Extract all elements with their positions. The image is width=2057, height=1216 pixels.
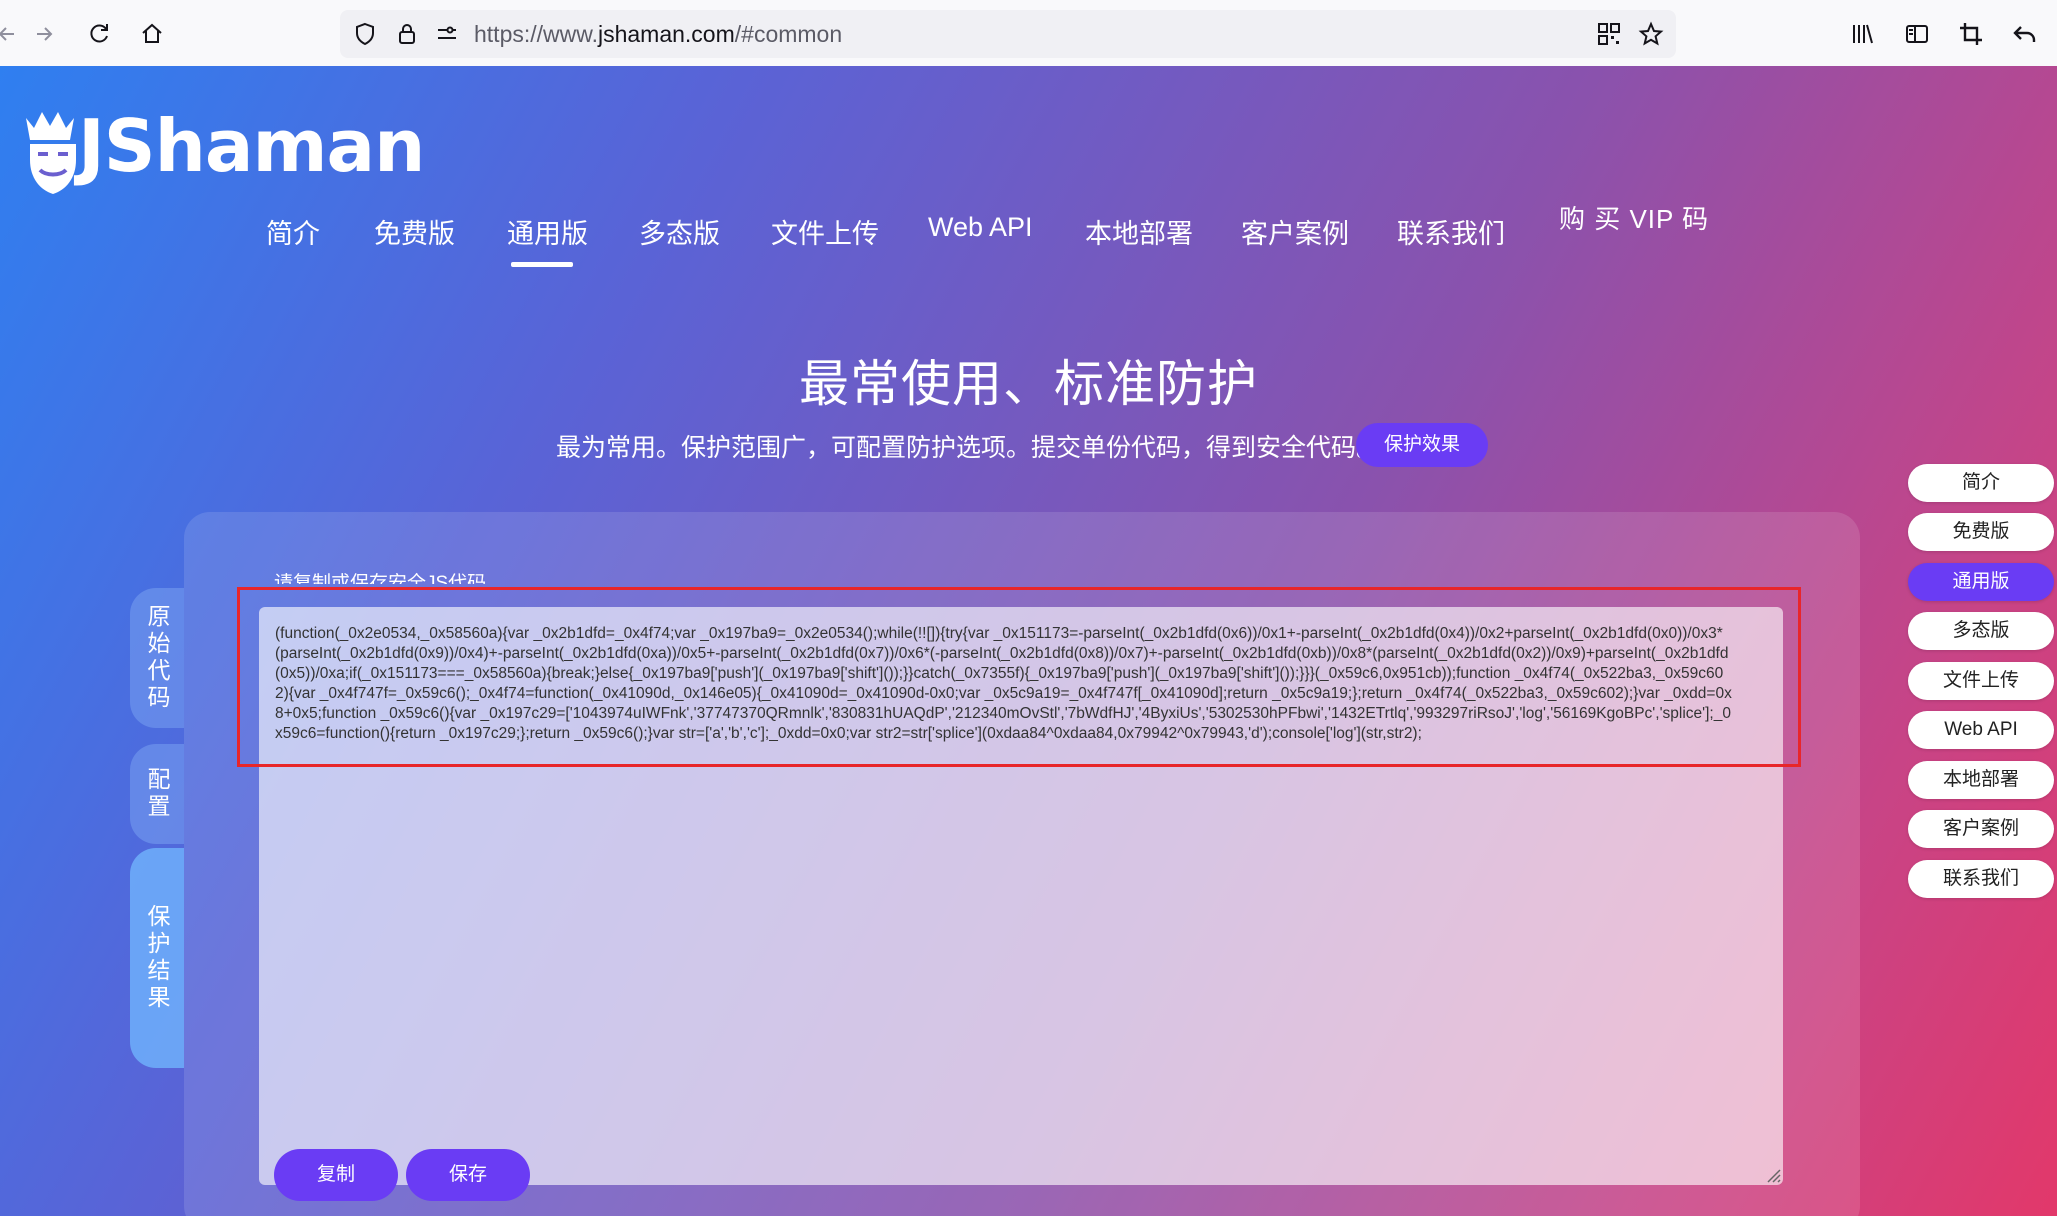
nav-local-deploy[interactable]: 本地部署	[1085, 212, 1193, 251]
bookmark-star-icon[interactable]	[1638, 21, 1664, 47]
nav-contact[interactable]: 联系我们	[1397, 212, 1505, 251]
browser-toolbar: https://www.jshaman.com/#common	[0, 0, 2057, 67]
protection-effect-button[interactable]: 保护效果	[1356, 423, 1488, 467]
side-nav-contact[interactable]: 联系我们	[1908, 860, 2054, 898]
hero-subtitle: 最为常用。保护范围广，可配置防护选项。提交单份代码，得到安全代码。	[556, 434, 1382, 462]
side-nav-intro[interactable]: 简介	[1908, 464, 2054, 502]
nav-free[interactable]: 免费版	[374, 212, 455, 251]
back-icon[interactable]	[0, 21, 20, 47]
copy-button[interactable]: 复制	[274, 1149, 398, 1201]
hero-title: 最常使用、标准防护	[799, 356, 1258, 412]
home-icon[interactable]	[139, 21, 165, 47]
side-nav-web-api[interactable]: Web API	[1908, 711, 2054, 749]
library-icon[interactable]	[1850, 21, 1876, 47]
lock-icon[interactable]	[394, 21, 420, 47]
side-nav-free[interactable]: 免费版	[1908, 513, 2054, 551]
site-permissions-icon[interactable]	[434, 21, 460, 47]
undo-icon[interactable]	[2012, 21, 2038, 47]
tab-protect-result[interactable]: 保护结果	[130, 848, 184, 1068]
nav-cases[interactable]: 客户案例	[1241, 212, 1349, 251]
screenshot-crop-icon[interactable]	[1958, 21, 1984, 47]
shield-icon[interactable]	[352, 21, 378, 47]
side-nav-local-deploy[interactable]: 本地部署	[1908, 761, 2054, 799]
side-nav-cases[interactable]: 客户案例	[1908, 810, 2054, 848]
side-nav-common[interactable]: 通用版	[1908, 563, 2054, 601]
side-nav-polymorphic[interactable]: 多态版	[1908, 612, 2054, 650]
jshaman-page: JShaman 简介 免费版 通用版 多态版 文件上传 Web API 本地部署…	[0, 66, 2057, 1216]
save-button[interactable]: 保存	[406, 1149, 530, 1201]
tab-config[interactable]: 配置	[130, 744, 184, 844]
url-bar[interactable]: https://www.jshaman.com/#common	[340, 10, 1676, 58]
nav-web-api[interactable]: Web API	[928, 212, 1033, 243]
sidebar-icon[interactable]	[1904, 21, 1930, 47]
active-nav-underline	[511, 262, 573, 267]
side-nav-file-upload[interactable]: 文件上传	[1908, 662, 2054, 700]
url-text[interactable]: https://www.jshaman.com/#common	[474, 21, 842, 48]
panel-label: 请复制或保存安全JS代码	[274, 573, 487, 584]
nav-common[interactable]: 通用版	[507, 212, 588, 251]
nav-polymorphic[interactable]: 多态版	[639, 212, 720, 251]
nav-file-upload[interactable]: 文件上传	[771, 212, 879, 251]
resize-handle-icon[interactable]	[1762, 1164, 1782, 1184]
forward-icon[interactable]	[32, 21, 58, 47]
tab-original-code[interactable]: 原始代码	[130, 588, 184, 728]
qr-code-icon[interactable]	[1596, 21, 1622, 47]
buy-vip-link[interactable]: 购 买 VIP 码	[1559, 199, 1709, 236]
highlight-annotation	[237, 587, 1801, 767]
nav-intro[interactable]: 简介	[266, 212, 320, 251]
reload-icon[interactable]	[86, 21, 112, 47]
logo-text[interactable]: JShaman	[78, 104, 425, 188]
